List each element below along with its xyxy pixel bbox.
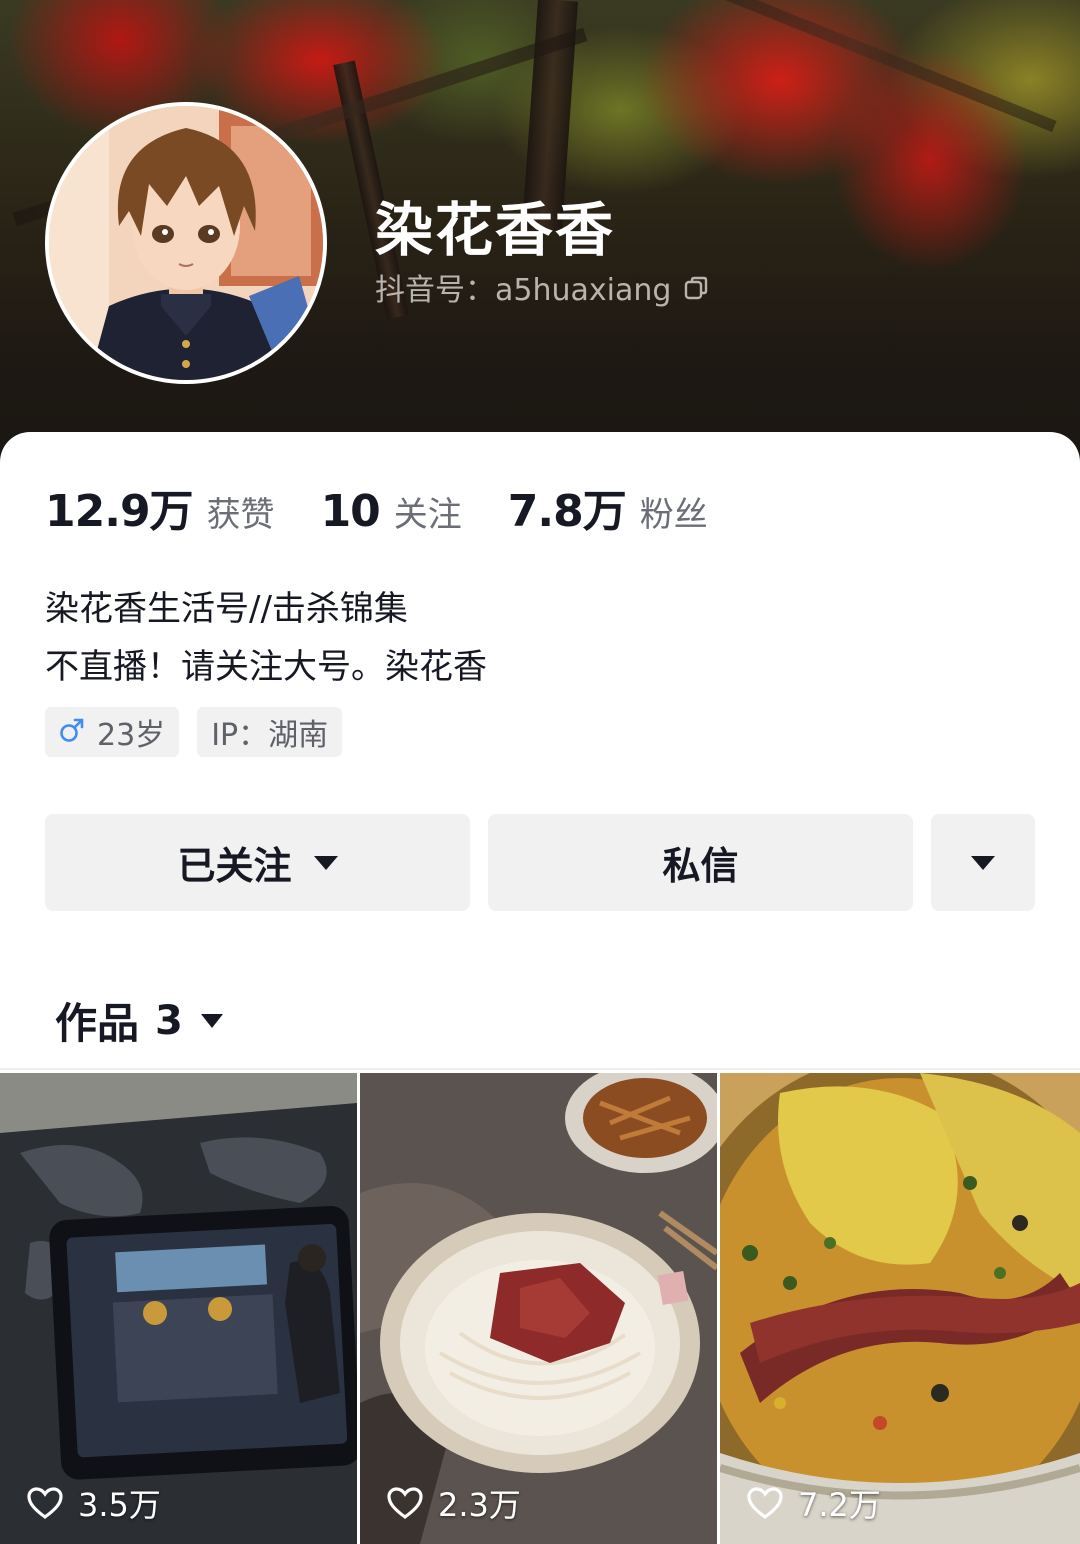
stat-following[interactable]: 10 关注 xyxy=(321,486,462,537)
video-2-likes: 2.3万 xyxy=(386,1480,521,1526)
divider xyxy=(0,1068,1080,1070)
video-cover-soup-sausage-image xyxy=(720,1073,1080,1544)
bio: 染花香生活号//击杀锦集 不直播！请关注大号。染花香 xyxy=(45,580,487,696)
bio-line-1: 染花香生活号//击杀锦集 xyxy=(45,589,408,629)
profile-banner: 染花香香 抖音号：a5huaxiang xyxy=(0,0,1080,470)
heart-icon xyxy=(387,1487,423,1519)
stats-row: 12.9万 获赞 10 关注 7.8万 粉丝 xyxy=(45,475,754,539)
stat-followers[interactable]: 7.8万 粉丝 xyxy=(508,475,708,539)
douyin-id: 抖音号：a5huaxiang xyxy=(375,265,709,309)
message-button[interactable]: 私信 xyxy=(488,814,913,911)
more-options-button[interactable] xyxy=(931,814,1035,911)
bio-line-2: 不直播！请关注大号。染花香 xyxy=(45,647,487,687)
works-tab[interactable]: 作品 3 xyxy=(55,990,223,1051)
video-3-likes: 7.2万 xyxy=(746,1480,881,1526)
copy-icon[interactable] xyxy=(683,274,709,300)
following-button-label: 已关注 xyxy=(177,844,292,888)
caret-down-icon xyxy=(200,1013,223,1028)
works-label: 作品 xyxy=(55,999,140,1048)
stat-likes-value: 12.9万 xyxy=(45,486,194,537)
stat-likes[interactable]: 12.9万 获赞 xyxy=(45,475,275,539)
ip-tag: IP：湖南 xyxy=(197,707,343,757)
caret-down-icon xyxy=(313,855,338,870)
male-gender-icon xyxy=(59,713,85,751)
age-tag: 23岁 xyxy=(45,707,180,757)
video-thumbnail-1[interactable]: 3.5万 xyxy=(0,1073,357,1544)
avatar[interactable] xyxy=(45,102,327,384)
stat-followers-value: 7.8万 xyxy=(507,486,627,537)
video-1-likes: 3.5万 xyxy=(26,1480,161,1526)
video-thumbnail-3[interactable]: 7.2万 xyxy=(720,1073,1080,1544)
ip-text: IP：湖南 xyxy=(211,718,329,753)
video-1-likes-count: 3.5万 xyxy=(78,1486,161,1524)
stat-following-value: 10 xyxy=(320,486,381,537)
video-3-likes-count: 7.2万 xyxy=(798,1486,881,1524)
heart-icon xyxy=(747,1487,783,1519)
video-cover-noodle-bowl-image xyxy=(360,1073,717,1544)
age-text: 23岁 xyxy=(97,718,166,753)
stat-likes-label: 获赞 xyxy=(206,495,275,535)
video-2-likes-count: 2.3万 xyxy=(438,1486,521,1524)
works-count: 3 xyxy=(155,997,183,1044)
message-button-label: 私信 xyxy=(662,844,739,888)
avatar-anime-boy-image xyxy=(49,106,323,380)
nickname: 染花香香 xyxy=(375,196,616,264)
profile-tags: 23岁 IP：湖南 xyxy=(45,707,360,757)
stat-following-label: 关注 xyxy=(393,495,462,535)
stat-followers-label: 粉丝 xyxy=(639,495,708,535)
following-button[interactable]: 已关注 xyxy=(45,814,470,911)
heart-icon xyxy=(27,1487,63,1519)
douyin-id-text: 抖音号：a5huaxiang xyxy=(375,273,672,308)
video-cover-tablet-game-image xyxy=(0,1073,357,1544)
video-thumbnail-2[interactable]: 2.3万 xyxy=(360,1073,717,1544)
caret-down-icon xyxy=(971,855,995,870)
